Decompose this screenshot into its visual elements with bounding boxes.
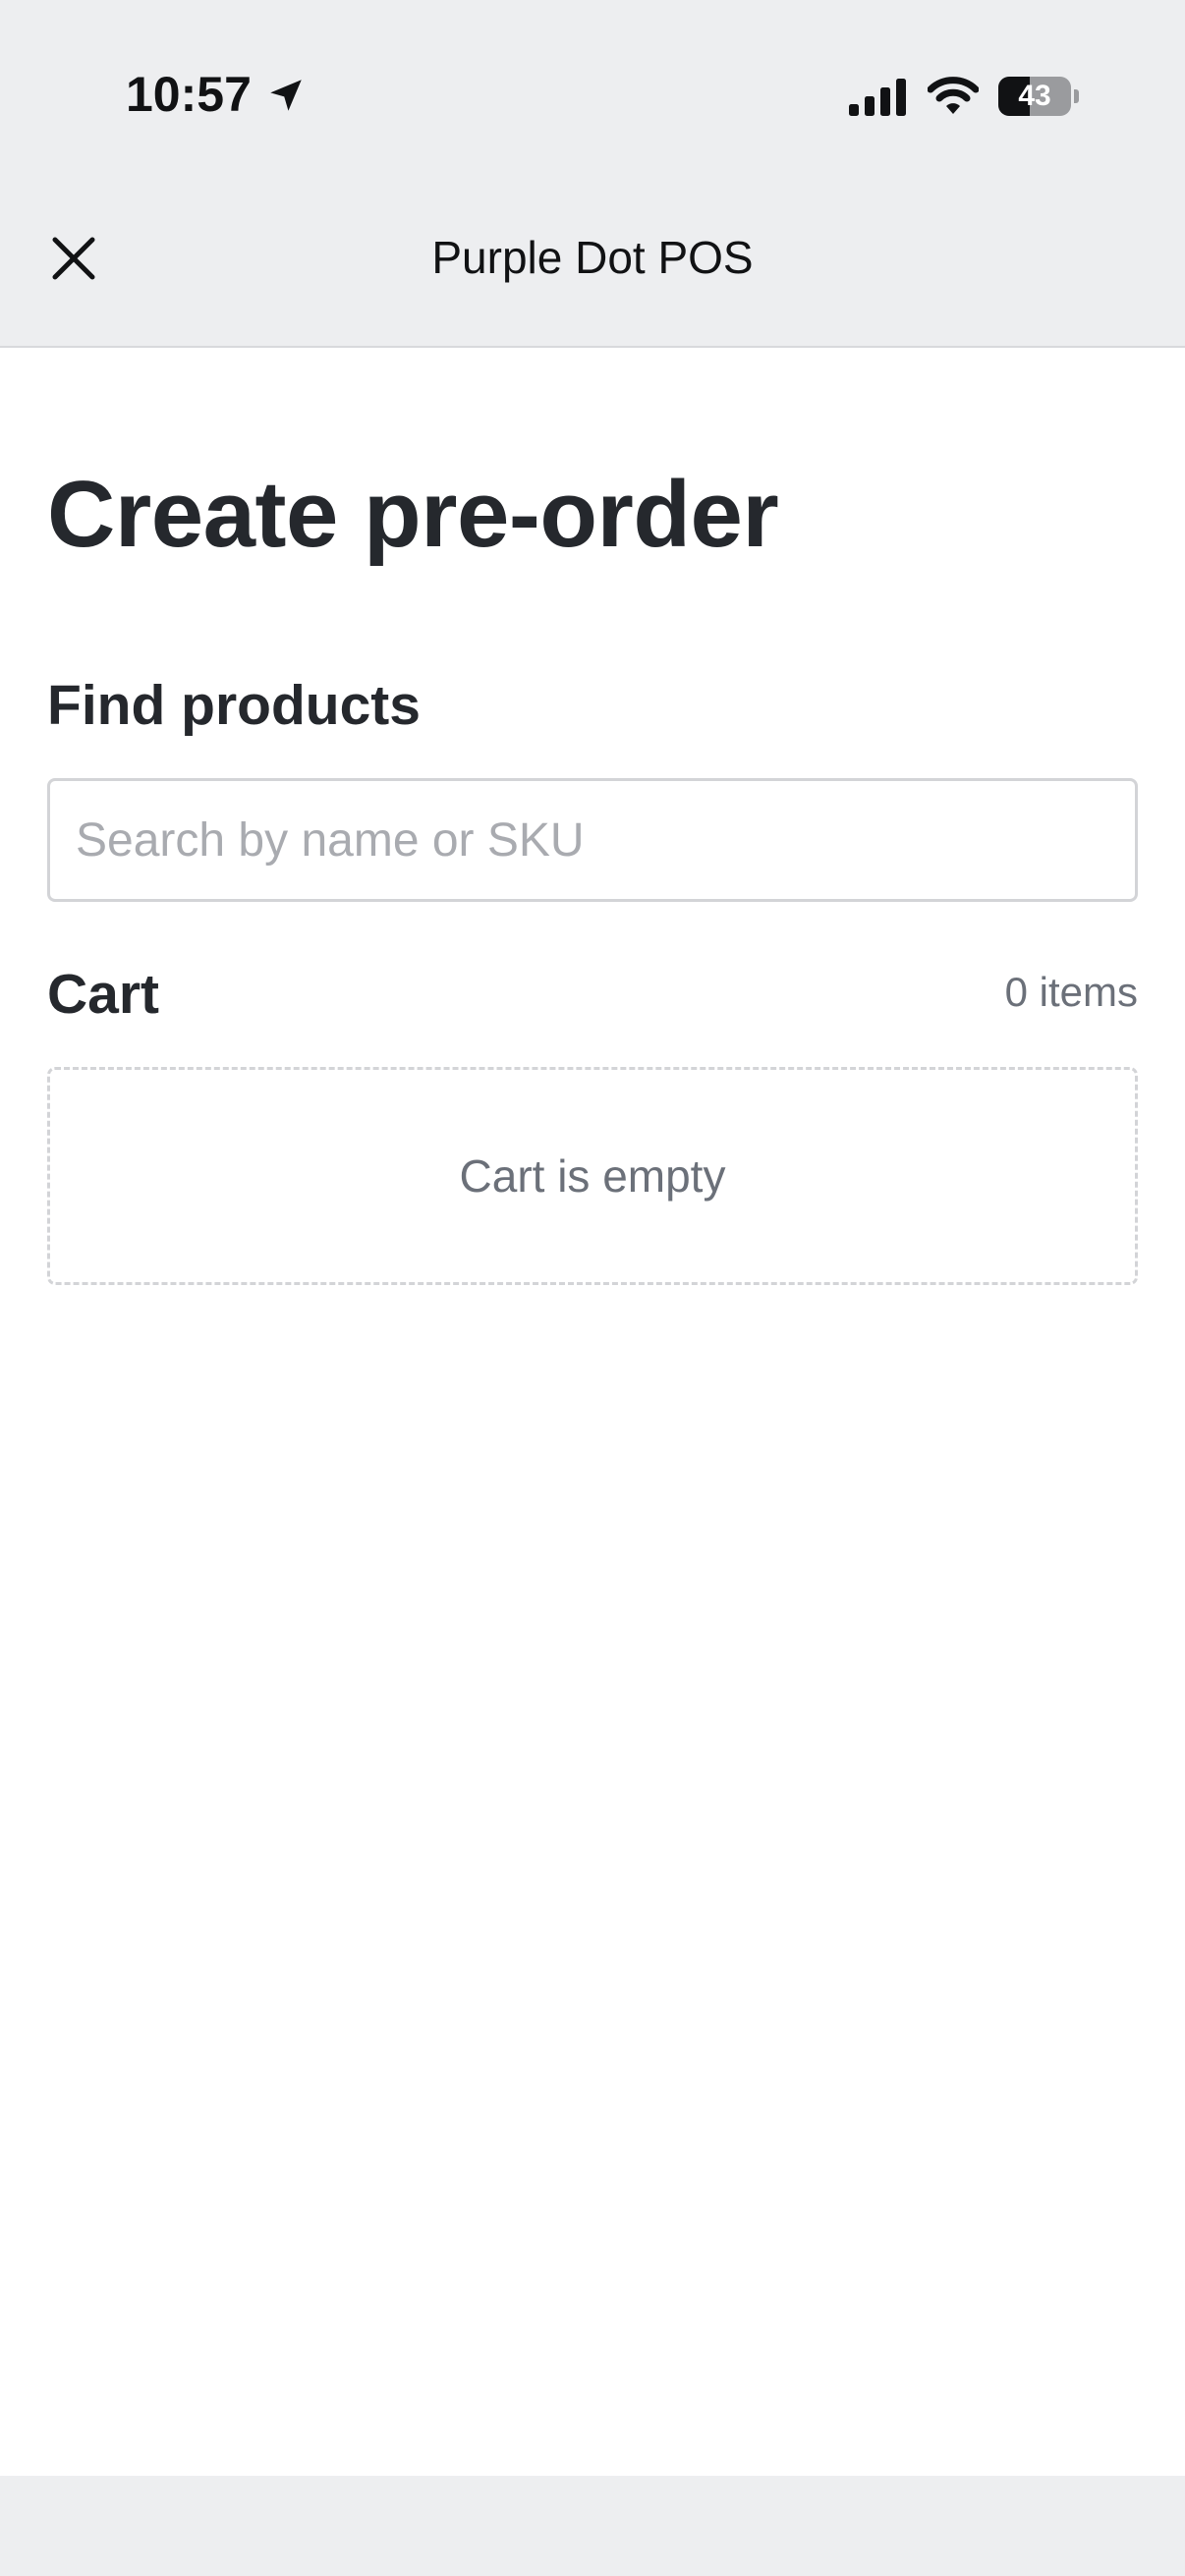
page-title: Create pre-order — [47, 462, 779, 567]
battery-level: 43 — [1018, 80, 1051, 112]
cart-empty-state: Cart is empty — [47, 1067, 1138, 1285]
cart-label: Cart — [47, 963, 160, 1026]
nav-bar: Purple Dot POS — [0, 187, 1185, 348]
location-arrow-icon — [270, 80, 302, 111]
status-bar: 10:57 43 — [0, 0, 1185, 187]
product-search-input[interactable] — [47, 778, 1138, 902]
battery-cap — [1074, 89, 1079, 103]
status-time: 10:57 — [126, 67, 252, 122]
bottom-bar — [0, 2476, 1185, 2576]
battery-body: 43 — [998, 77, 1071, 116]
wifi-icon — [928, 77, 979, 114]
find-products-label: Find products — [47, 674, 421, 737]
battery-indicator: 43 — [998, 77, 1079, 116]
top-chrome: 10:57 43 Purple Dot POS — [0, 0, 1185, 348]
cart-empty-text: Cart is empty — [459, 1150, 726, 1202]
cellular-signal-icon — [849, 79, 906, 116]
nav-title: Purple Dot POS — [431, 232, 754, 283]
cart-item-count: 0 items — [1004, 969, 1138, 1015]
